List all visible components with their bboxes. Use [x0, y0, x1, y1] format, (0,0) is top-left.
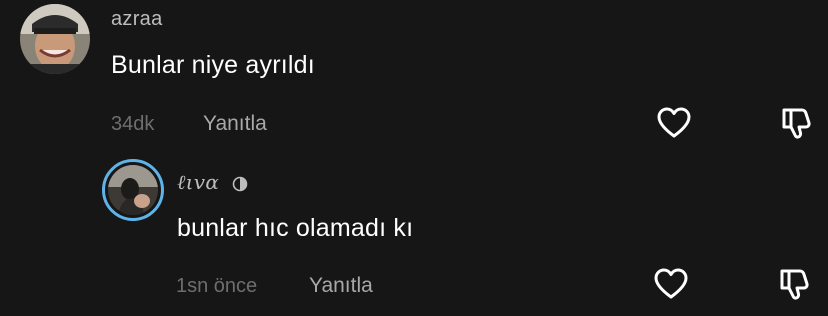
- like-button[interactable]: [654, 103, 694, 143]
- comment-text: Bunlar niye ayrıldı: [111, 51, 315, 79]
- dislike-button[interactable]: [774, 264, 814, 304]
- reply-button[interactable]: Yanıtla: [203, 112, 267, 136]
- thumbs-down-icon: [780, 269, 809, 300]
- avatar[interactable]: [102, 159, 164, 221]
- heart-outline-icon: [657, 107, 691, 138]
- reply-username[interactable]: ℓιvα: [177, 170, 248, 195]
- comment-username[interactable]: azraa: [111, 8, 163, 31]
- reply-button[interactable]: Yanıtla: [309, 274, 373, 298]
- comment-timestamp: 34dk: [111, 113, 155, 135]
- reply-text: bunlar hıc olamadı kı: [177, 214, 414, 242]
- avatar[interactable]: [20, 4, 90, 74]
- reply-username-text: ℓιvα: [177, 170, 220, 194]
- heart-outline-icon: [654, 268, 688, 299]
- thumbs-down-icon: [782, 108, 811, 139]
- dislike-button[interactable]: [776, 103, 816, 143]
- reply-timestamp: 1sn önce: [176, 275, 258, 297]
- half-moon-icon: [232, 176, 248, 191]
- like-button[interactable]: [651, 264, 691, 304]
